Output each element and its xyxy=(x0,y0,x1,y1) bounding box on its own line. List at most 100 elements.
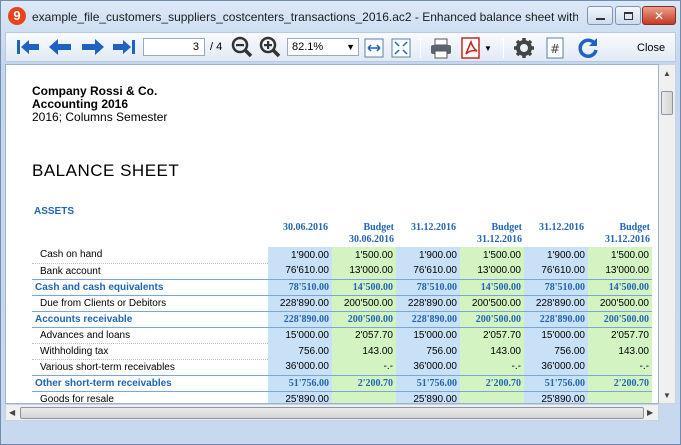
table-cell: 1'500.00 xyxy=(332,247,396,263)
table-cell: 200'500.00 xyxy=(588,295,652,311)
table-row: Various short-term receivables 36'000.00-… xyxy=(32,359,652,376)
toolbar-separator xyxy=(420,38,421,58)
next-page-icon xyxy=(82,39,104,55)
page-title: BALANCE SHEET xyxy=(32,161,180,180)
table-cell: 2'200.70 xyxy=(460,374,524,392)
table-cell: -.- xyxy=(332,359,396,375)
close-window-button[interactable]: ✕ xyxy=(642,6,676,25)
table-cell: 25'890.00 xyxy=(268,391,332,403)
column-header: 31.12.2016 xyxy=(524,222,584,234)
scroll-right-icon[interactable]: ▶ xyxy=(647,408,653,417)
table-cell: 1'900.00 xyxy=(396,247,460,263)
table-cell: 756.00 xyxy=(396,343,460,359)
zoom-in-icon xyxy=(259,36,281,58)
close-button[interactable]: Close xyxy=(637,42,665,54)
chevron-down-icon: ▼ xyxy=(484,43,492,53)
table-cell: 2'057.70 xyxy=(332,327,396,343)
table-row: Advances and loans 15'000.00 2'057.70 15'00… xyxy=(32,327,652,344)
row-label: Goods for resale xyxy=(32,391,268,403)
scroll-left-icon[interactable]: ◀ xyxy=(9,408,15,417)
zoom-out-button[interactable] xyxy=(230,36,254,58)
refresh-icon xyxy=(578,38,598,58)
table-cell: 25'890.00 xyxy=(396,391,460,403)
pdf-export-button[interactable]: ▼ xyxy=(458,36,494,60)
minimize-button[interactable] xyxy=(587,6,613,25)
table-cell: 143.00 xyxy=(460,343,524,359)
settings-button[interactable] xyxy=(511,36,537,60)
pdf-icon xyxy=(461,37,480,59)
horizontal-scrollbar[interactable]: ◀ ▶ xyxy=(5,404,659,421)
table-cell: 15'000.00 xyxy=(268,327,332,343)
table-cell: 228'890.00 xyxy=(396,295,460,311)
zoom-select[interactable]: 82.1% ▼ xyxy=(287,38,359,56)
table-cell: 15'000.00 xyxy=(396,327,460,343)
zoom-in-button[interactable] xyxy=(258,36,282,58)
table-cell: 13'000.00 xyxy=(460,263,524,279)
table-cell: 200'500.00 xyxy=(332,295,396,311)
table-cell: 228'890.00 xyxy=(268,295,332,311)
print-button[interactable] xyxy=(428,36,454,60)
columns-note: 2016; Columns Semester xyxy=(32,110,168,124)
table-cell: 36'000.00 xyxy=(524,359,588,375)
fit-width-button[interactable] xyxy=(363,37,385,59)
table-cell: 756.00 xyxy=(268,343,332,359)
fit-page-button[interactable] xyxy=(390,37,412,59)
column-header: 31.12.2016 xyxy=(396,222,456,234)
table-cell: 51'756.00 xyxy=(524,374,588,392)
next-page-button[interactable] xyxy=(79,35,107,59)
table-cell: 228'890.00 xyxy=(396,310,460,328)
table-row: Accounts receivable 228'890.00 200'500.00 2… xyxy=(32,310,652,328)
row-label: Due from Clients or Debitors xyxy=(32,295,268,312)
scroll-up-icon[interactable]: ▲ xyxy=(663,69,671,78)
table-cell: 1'500.00 xyxy=(588,247,652,263)
table-cell: 200'500.00 xyxy=(460,295,524,311)
column-header-line: 30.06.2016 xyxy=(349,234,394,245)
column-header: Budget 31.12.2016 xyxy=(462,222,522,246)
table-cell: 756.00 xyxy=(524,343,588,359)
table-cell: 143.00 xyxy=(588,343,652,359)
table-row: Cash on hand 1'900.00 1'500.00 1'900.00 1'50… xyxy=(32,247,652,264)
previous-page-button[interactable] xyxy=(46,35,74,59)
table-cell: 78'510.00 xyxy=(268,278,332,296)
print-icon xyxy=(431,38,451,59)
table-row: Due from Clients or Debitors 228'890.00 20… xyxy=(32,295,652,312)
table-cell: 200'500.00 xyxy=(332,310,396,328)
table-cell: 25'890.00 xyxy=(524,391,588,403)
table-cell: 2'057.70 xyxy=(460,327,524,343)
table-cell: 15'000.00 xyxy=(524,327,588,343)
scroll-down-icon[interactable]: ▼ xyxy=(663,391,671,400)
table-cell: 36'000.00 xyxy=(396,359,460,375)
table-cell: 36'000.00 xyxy=(268,359,332,375)
table-cell: 14'500.00 xyxy=(588,278,652,296)
app-window: 9 example_file_customers_suppliers_costc… xyxy=(0,0,681,445)
vertical-scrollbar[interactable]: ▲ ▼ xyxy=(659,64,676,404)
table-cell xyxy=(332,391,396,403)
row-label: Advances and loans xyxy=(32,327,268,344)
refresh-button[interactable] xyxy=(574,35,602,61)
column-header: 30.06.2016 xyxy=(268,222,328,234)
balance-table: Cash on hand 1'900.00 1'500.00 1'900.00 1'50… xyxy=(32,247,652,403)
column-header: Budget 31.12.2016 xyxy=(590,222,650,246)
maximize-button[interactable] xyxy=(615,6,641,25)
window-title: example_file_customers_suppliers_costcen… xyxy=(32,10,578,24)
table-cell: 14'500.00 xyxy=(332,278,396,296)
vertical-scroll-thumb[interactable] xyxy=(661,91,673,115)
table-row: Cash and cash equivalents 78'510.00 14'500… xyxy=(32,278,652,296)
last-page-button[interactable] xyxy=(110,35,138,59)
page-number-icon: # xyxy=(546,37,564,59)
table-cell xyxy=(460,391,524,403)
title-bar[interactable]: 9 example_file_customers_suppliers_costc… xyxy=(1,1,680,31)
toolbar-separator xyxy=(503,38,504,58)
report-preview[interactable]: Company Rossi & Co. Accounting 2016 2016… xyxy=(5,64,659,404)
column-header-line: 31.12.2016 xyxy=(411,222,456,233)
table-row: Other short-term receivables 51'756.00 2'2… xyxy=(32,374,652,392)
page-number-button[interactable]: # xyxy=(543,36,567,60)
horizontal-scroll-thumb[interactable] xyxy=(20,407,644,419)
close-icon: ✕ xyxy=(653,8,665,23)
page-number-input[interactable]: 3 xyxy=(143,38,205,56)
fit-page-icon xyxy=(391,38,411,58)
column-header-line: Budget xyxy=(363,222,394,233)
first-page-button[interactable] xyxy=(14,35,42,59)
row-label: Other short-term receivables xyxy=(32,374,268,392)
column-header-line: 31.12.2016 xyxy=(477,234,522,245)
